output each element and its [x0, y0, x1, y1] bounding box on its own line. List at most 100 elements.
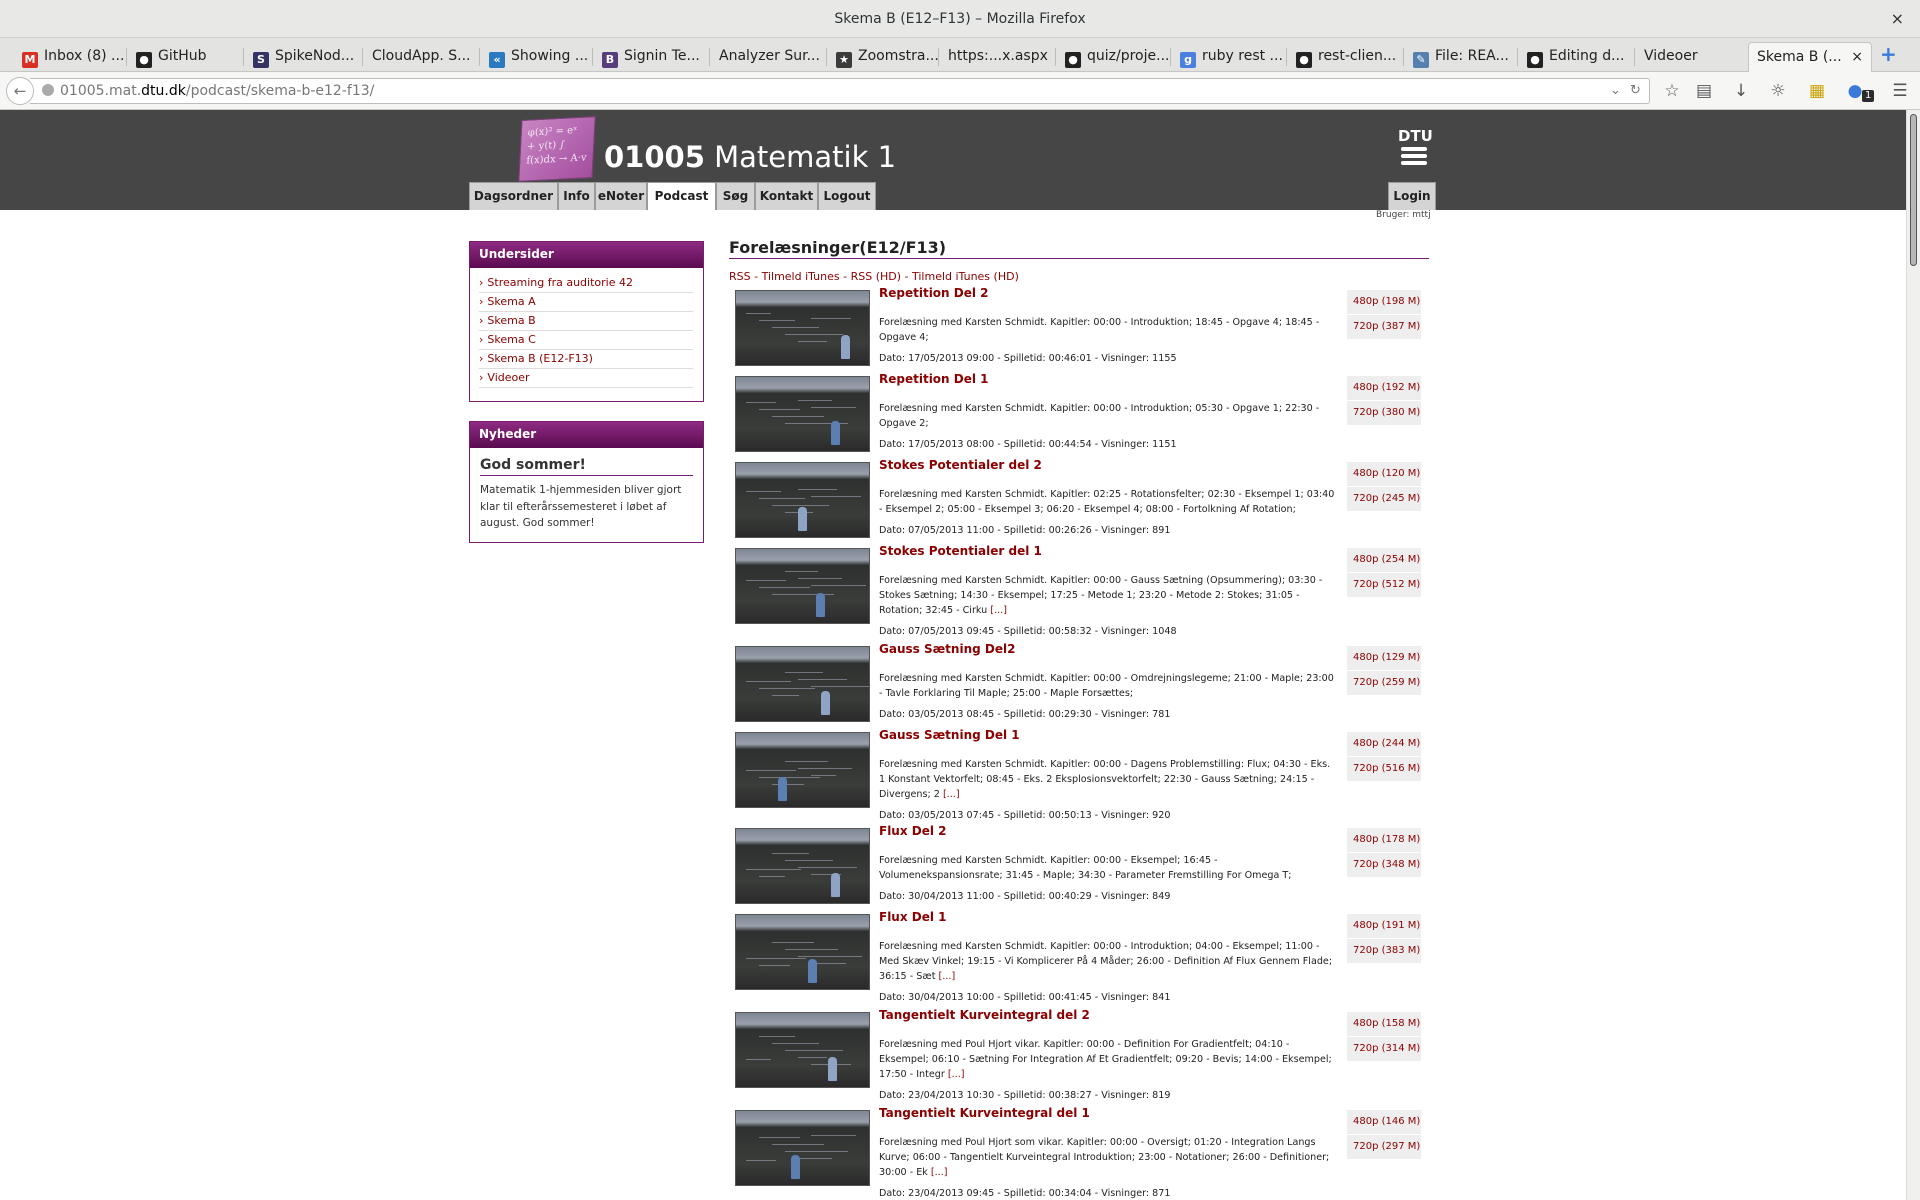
lecture-thumbnail[interactable] — [735, 290, 870, 366]
download-720p-link[interactable]: 720p (512 M) — [1347, 573, 1421, 597]
download-480p-link[interactable]: 480p (129 M) — [1347, 646, 1421, 670]
download-480p-link[interactable]: 480p (192 M) — [1347, 376, 1421, 400]
browser-tab[interactable]: g ruby rest ... — [1172, 42, 1286, 72]
browser-tab[interactable]: Analyzer Sur... — [711, 42, 826, 72]
tab-close-icon[interactable]: × — [1851, 43, 1863, 71]
menu-item-kontakt[interactable]: Kontakt — [755, 182, 818, 210]
page-scrollbar[interactable] — [1906, 110, 1920, 1200]
browser-tab[interactable]: ● quiz/proje... — [1057, 42, 1170, 72]
menu-item-info[interactable]: Info — [558, 182, 595, 210]
download-720p-link[interactable]: 720p (314 M) — [1347, 1037, 1421, 1061]
url-bar[interactable]: 01005.mat.dtu.dk/podcast/skema-b-e12-f13… — [30, 78, 1650, 104]
read-more-link[interactable]: [...] — [931, 1167, 948, 1178]
download-720p-link[interactable]: 720p (516 M) — [1347, 757, 1421, 781]
read-more-link[interactable]: [...] — [990, 605, 1007, 616]
browser-tab[interactable]: CloudApp. S... — [364, 42, 479, 72]
subpage-link[interactable]: › Videoer — [479, 369, 693, 388]
lecture-title[interactable]: Gauss Sætning Del 1 — [879, 728, 1020, 742]
browser-tab[interactable]: ★ Zoomstra... — [828, 42, 938, 72]
download-720p-link[interactable]: 720p (387 M) — [1347, 315, 1421, 339]
lecture-title[interactable]: Stokes Potentialer del 2 — [879, 458, 1042, 472]
read-more-link[interactable]: [...] — [943, 789, 960, 800]
menu-item-dagsordner[interactable]: Dagsordner — [469, 182, 558, 210]
browser-tab[interactable]: ✎ File: REA... — [1405, 42, 1517, 72]
history-dropdown-icon[interactable]: ⌄ — [1610, 79, 1621, 103]
download-720p-link[interactable]: 720p (297 M) — [1347, 1135, 1421, 1159]
lecture-title[interactable]: Flux Del 2 — [879, 824, 947, 838]
read-more-link[interactable]: [...] — [948, 1069, 965, 1080]
site-title[interactable]: 01005 Matematik 1 — [604, 140, 896, 174]
back-button[interactable]: ← — [6, 77, 34, 105]
download-720p-link[interactable]: 720p (348 M) — [1347, 853, 1421, 877]
dtu-logo[interactable]: DTU — [1398, 128, 1433, 165]
download-720p-link[interactable]: 720p (245 M) — [1347, 487, 1421, 511]
subpage-link[interactable]: › Skema C — [479, 331, 693, 350]
keys-icon[interactable]: ▦ — [1805, 79, 1829, 103]
lecture-thumbnail[interactable] — [735, 732, 870, 808]
subpage-link[interactable]: › Skema B — [479, 312, 693, 331]
download-480p-link[interactable]: 480p (120 M) — [1347, 462, 1421, 486]
download-480p-link[interactable]: 480p (191 M) — [1347, 914, 1421, 938]
browser-tab[interactable]: B Signin Te... — [594, 42, 709, 72]
download-720p-link[interactable]: 720p (383 M) — [1347, 939, 1421, 963]
browser-tab[interactable]: Skema B (... × — [1748, 42, 1872, 72]
download-720p-link[interactable]: 720p (259 M) — [1347, 671, 1421, 695]
browser-tab[interactable]: ● Editing d... — [1519, 42, 1634, 72]
chalk-line — [746, 1059, 771, 1060]
subpage-link[interactable]: › Skema A — [479, 293, 693, 312]
menu-item-enoter[interactable]: eNoter — [595, 182, 647, 210]
browser-tab[interactable]: M Inbox (8) ... — [14, 42, 126, 72]
download-480p-link[interactable]: 480p (198 M) — [1347, 290, 1421, 314]
addon-icon[interactable]: ☼ — [1766, 79, 1790, 103]
lecturer-figure — [791, 1155, 800, 1179]
download-480p-link[interactable]: 480p (146 M) — [1347, 1110, 1421, 1134]
chalk-line — [811, 496, 861, 497]
lecture-title[interactable]: Tangentielt Kurveintegral del 1 — [879, 1106, 1090, 1120]
reading-list-icon[interactable]: ▤ — [1692, 79, 1716, 103]
browser-tab[interactable]: S SpikeNod... — [245, 42, 361, 72]
download-480p-link[interactable]: 480p (158 M) — [1347, 1012, 1421, 1036]
browser-tab[interactable]: Videoer — [1636, 42, 1746, 72]
lecture-title[interactable]: Flux Del 1 — [879, 910, 947, 924]
lecture-thumbnail[interactable] — [735, 646, 870, 722]
lecture-thumbnail[interactable] — [735, 828, 870, 904]
lecturer-figure — [816, 593, 825, 617]
read-more-link[interactable]: [...] — [939, 971, 956, 982]
login-button[interactable]: Login — [1388, 182, 1436, 210]
scrollbar-thumb[interactable] — [1910, 114, 1917, 266]
feed-links[interactable]: RSS - Tilmeld iTunes - RSS (HD) - Tilmel… — [729, 270, 1019, 283]
site-identity-icon[interactable] — [42, 84, 54, 96]
bookmark-star-icon[interactable]: ☆ — [1660, 79, 1684, 103]
lecture-title[interactable]: Tangentielt Kurveintegral del 2 — [879, 1008, 1090, 1022]
new-tab-button[interactable]: + — [1880, 42, 1897, 66]
browser-tab[interactable]: ● rest-clien... — [1288, 42, 1403, 72]
lecture-thumbnail[interactable] — [735, 914, 870, 990]
lecture-thumbnail[interactable] — [735, 548, 870, 624]
window-close-button[interactable]: × — [1891, 0, 1904, 38]
subpage-link[interactable]: › Skema B (E12-F13) — [479, 350, 693, 369]
subpage-link[interactable]: › Streaming fra auditorie 42 — [479, 274, 693, 293]
menu-item-podcast[interactable]: Podcast — [647, 182, 716, 210]
menu-item-logout[interactable]: Logout — [818, 182, 876, 210]
downloads-icon[interactable]: ↓ — [1729, 79, 1753, 103]
reload-icon[interactable]: ↻ — [1630, 79, 1641, 103]
lecture-description: Forelæsning med Karsten Schmidt. Kapitle… — [879, 573, 1339, 618]
lecture-thumbnail[interactable] — [735, 462, 870, 538]
lecture-thumbnail[interactable] — [735, 376, 870, 452]
lecture-title[interactable]: Repetition Del 2 — [879, 286, 989, 300]
lecture-title[interactable]: Stokes Potentialer del 1 — [879, 544, 1042, 558]
download-480p-link[interactable]: 480p (178 M) — [1347, 828, 1421, 852]
browser-tab[interactable]: « Showing ... — [481, 42, 592, 72]
lecture-thumbnail[interactable] — [735, 1012, 870, 1088]
lecture-thumbnail[interactable] — [735, 1110, 870, 1186]
download-480p-link[interactable]: 480p (244 M) — [1347, 732, 1421, 756]
browser-tab[interactable]: https:...x.aspx — [940, 42, 1055, 72]
lecture-title[interactable]: Gauss Sætning Del2 — [879, 642, 1015, 656]
menu-item-sg[interactable]: Søg — [716, 182, 755, 210]
lecture-title[interactable]: Repetition Del 1 — [879, 372, 989, 386]
download-720p-link[interactable]: 720p (380 M) — [1347, 401, 1421, 425]
download-480p-link[interactable]: 480p (254 M) — [1347, 548, 1421, 572]
browser-tab[interactable]: ● GitHub — [128, 42, 240, 72]
menu-icon[interactable]: ☰ — [1888, 79, 1912, 103]
course-logo-image[interactable]: φ(x)² = eˣ + y(t) ∫ f(x)dx → A·v — [518, 116, 596, 182]
